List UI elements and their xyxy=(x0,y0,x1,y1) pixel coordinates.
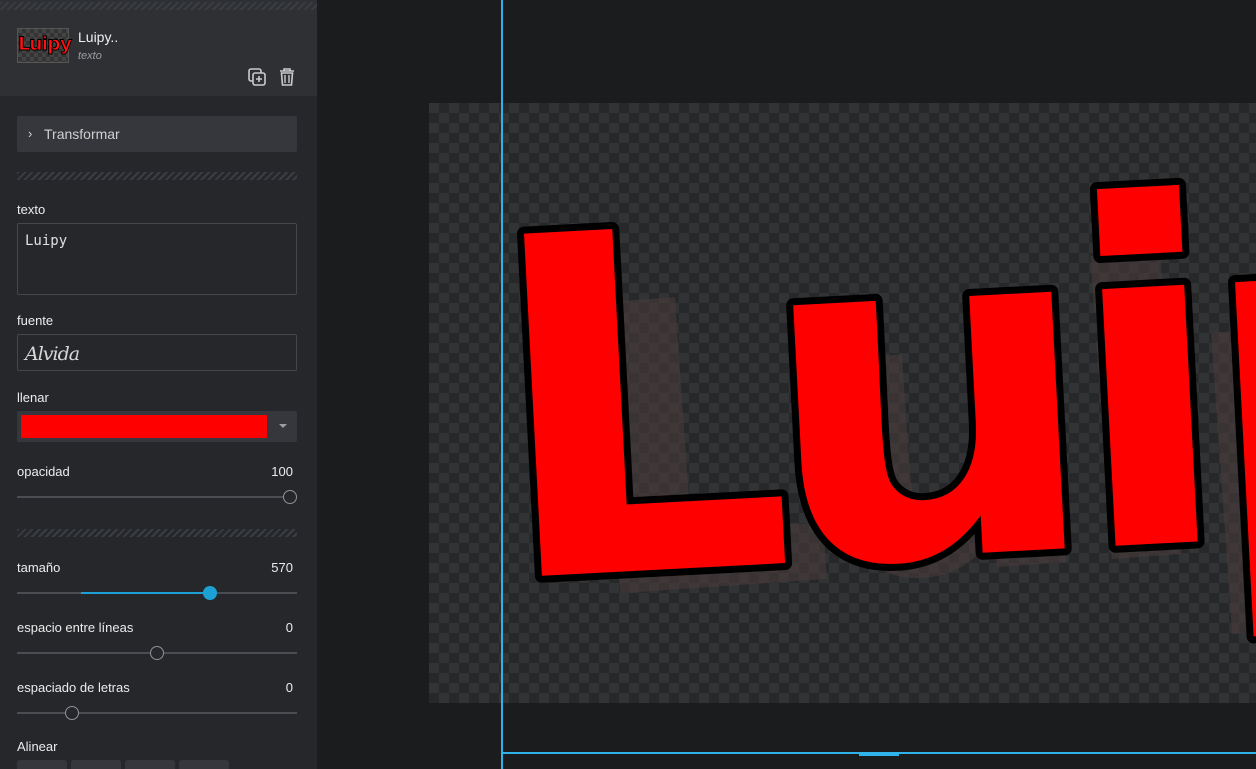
slider-thumb[interactable] xyxy=(150,646,164,660)
letter-spacing-slider[interactable] xyxy=(17,706,297,720)
align-justify-button[interactable] xyxy=(179,760,229,769)
letter-spacing-value: 0 xyxy=(285,680,293,695)
align-center-button[interactable] xyxy=(71,760,121,769)
line-spacing-value: 0 xyxy=(285,620,293,635)
slider-track xyxy=(17,496,297,498)
font-selector[interactable]: Alvida xyxy=(17,334,297,371)
text-input[interactable]: Luipy xyxy=(17,223,297,295)
fill-label: llenar xyxy=(17,390,49,405)
section-divider xyxy=(17,172,297,180)
font-preview: Alvida xyxy=(25,343,80,365)
slider-fill xyxy=(81,592,213,594)
slider-thumb[interactable] xyxy=(203,586,218,600)
resize-handle-bottom[interactable] xyxy=(859,752,899,756)
align-label: Alinear xyxy=(17,739,58,754)
duplicate-icon xyxy=(248,68,266,86)
caret-down-icon xyxy=(279,424,287,428)
line-spacing-slider[interactable] xyxy=(17,646,297,660)
design-canvas[interactable]: Luipy Luipy Luipy xyxy=(317,0,1256,769)
fill-color-swatch xyxy=(21,415,267,438)
trash-icon xyxy=(280,68,294,86)
text-fill: Luipy xyxy=(476,74,1256,689)
drag-handle[interactable] xyxy=(0,2,317,10)
layer-type: texto xyxy=(78,50,102,62)
layer-thumbnail[interactable]: Luipy xyxy=(17,28,73,63)
text-object[interactable]: Luipy Luipy Luipy xyxy=(317,0,1256,769)
delete-button[interactable] xyxy=(276,66,298,88)
letter-spacing-label: espaciado de letras xyxy=(17,680,130,695)
text-label: texto xyxy=(17,202,46,217)
fill-color-picker[interactable] xyxy=(17,411,297,442)
line-spacing-label: espacio entre líneas xyxy=(17,620,134,635)
transform-label: Transformar xyxy=(44,126,120,142)
size-value: 570 xyxy=(271,560,293,575)
size-slider[interactable] xyxy=(17,586,297,600)
size-label: tamaño xyxy=(17,560,61,575)
layer-name: Luipy.. xyxy=(78,29,119,45)
section-divider xyxy=(17,529,297,537)
chevron-right-icon: › xyxy=(28,126,33,141)
layer-header: Luipy Luipy.. texto xyxy=(0,0,317,96)
slider-thumb[interactable] xyxy=(283,490,297,504)
duplicate-button[interactable] xyxy=(246,66,268,88)
align-right-button[interactable] xyxy=(125,760,175,769)
font-label: fuente xyxy=(17,313,54,328)
align-left-button[interactable] xyxy=(17,760,67,769)
opacity-value: 100 xyxy=(271,464,293,479)
opacity-label: opacidad xyxy=(17,464,70,479)
thumbnail-text: Luipy xyxy=(18,33,73,56)
transform-section-toggle[interactable]: › Transformar xyxy=(17,116,297,152)
slider-thumb[interactable] xyxy=(64,706,79,720)
slider-track xyxy=(17,712,297,714)
properties-panel: Luipy Luipy.. texto › Transformar texto … xyxy=(0,0,317,769)
selection-guide-left xyxy=(501,0,503,769)
opacity-slider[interactable] xyxy=(17,490,297,504)
